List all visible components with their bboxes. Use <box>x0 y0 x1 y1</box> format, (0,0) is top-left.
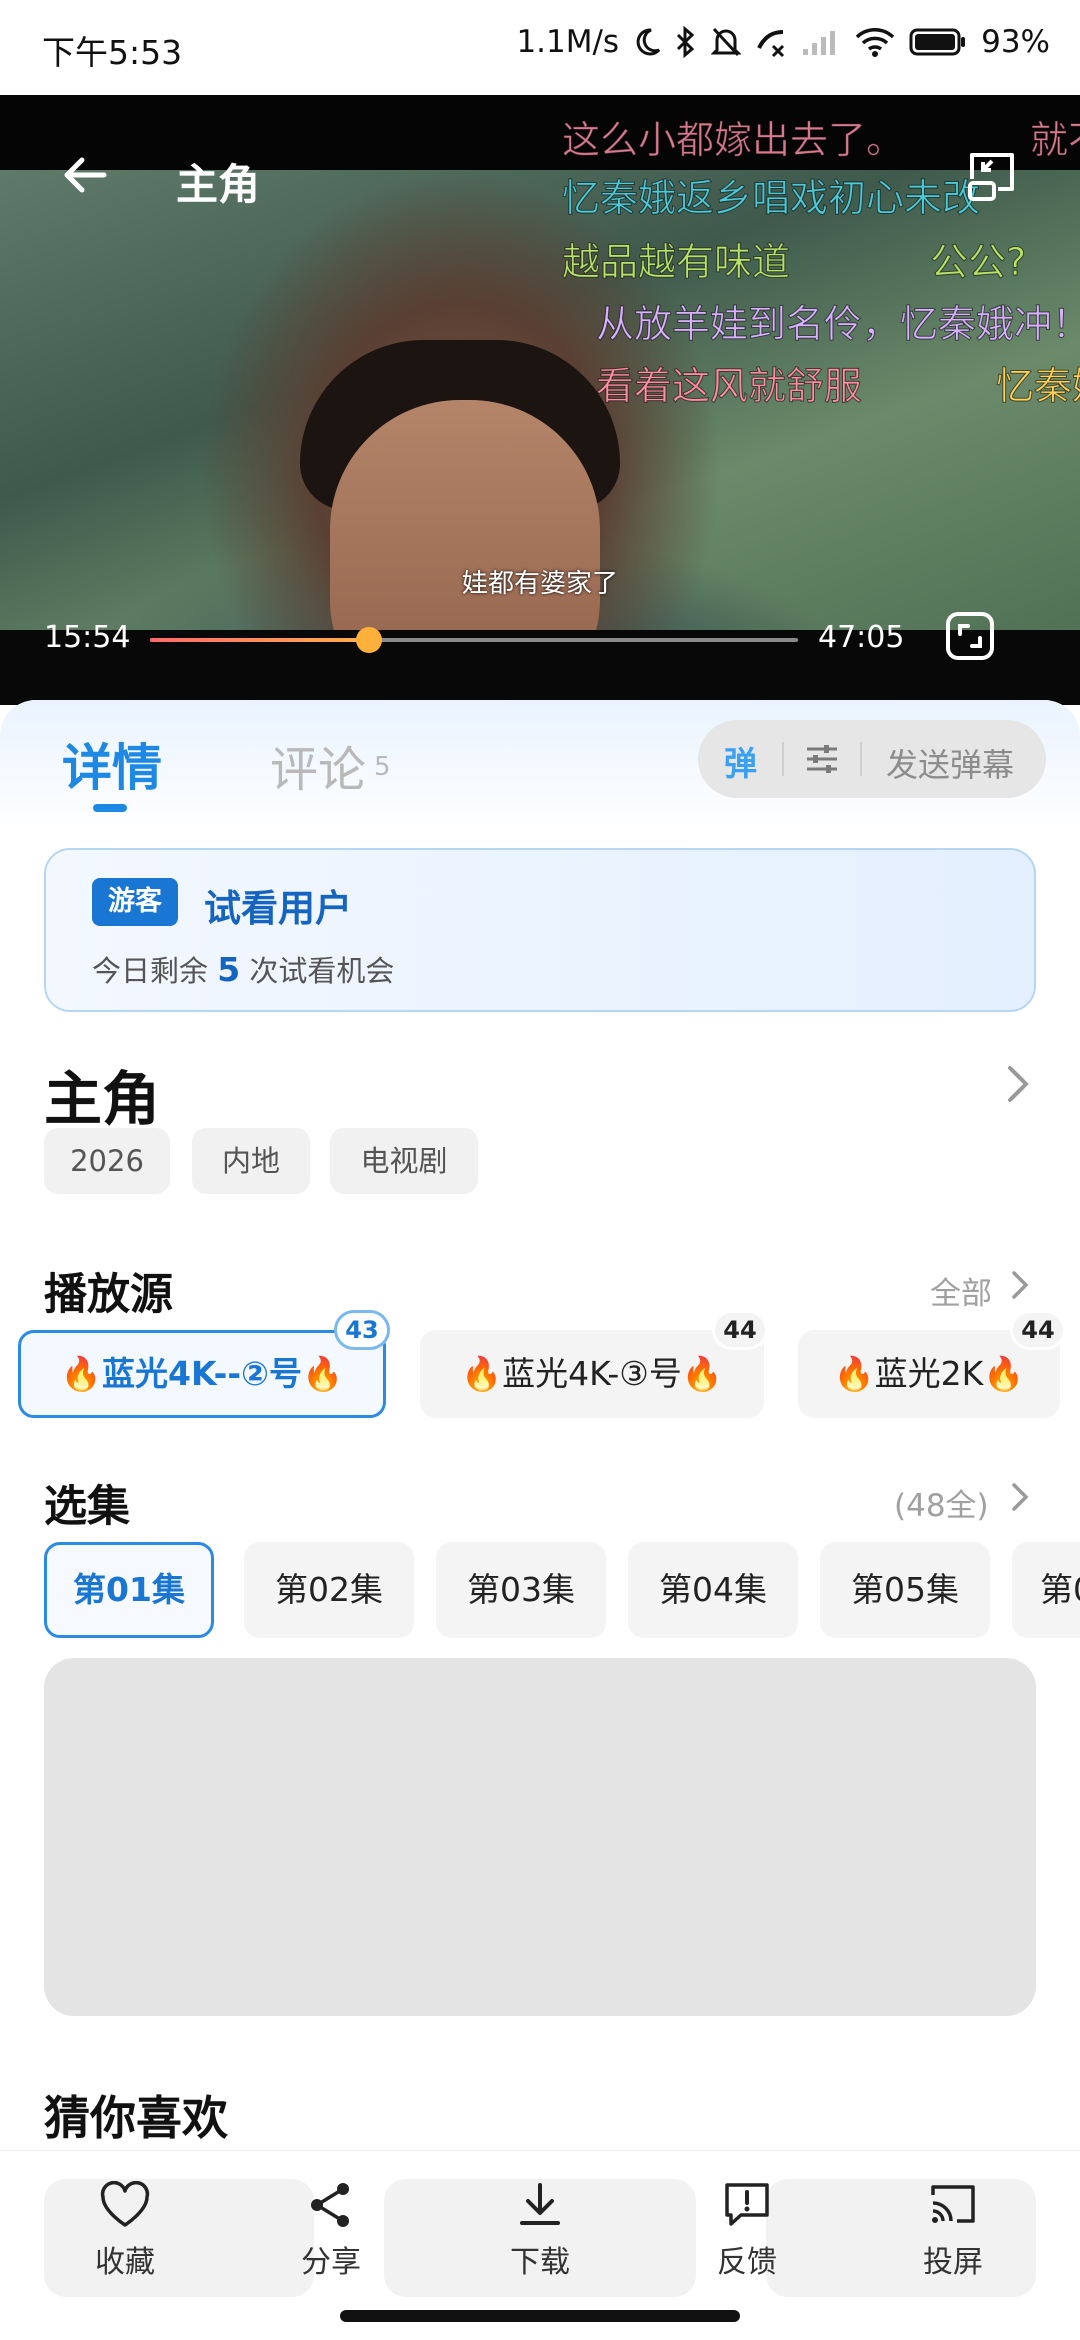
video-frame <box>0 170 1080 705</box>
back-arrow-icon[interactable] <box>56 145 116 205</box>
battery-icon <box>909 28 966 56</box>
danmaku-item: 就不 <box>1029 118 1080 163</box>
feedback-icon <box>725 2183 769 2226</box>
heart-icon <box>100 2181 150 2227</box>
guest-badge: 游客 <box>92 878 178 926</box>
episode-item[interactable]: 第04集 <box>628 1542 798 1638</box>
chevron-right-icon[interactable] <box>1000 1058 1036 1110</box>
battery-level: 93% <box>981 24 1050 60</box>
sources-more[interactable]: 全部 <box>930 1268 992 1313</box>
episode-item-active[interactable]: 第01集 <box>44 1542 214 1638</box>
download-button[interactable]: 下载 <box>465 2181 615 2301</box>
source-option[interactable]: 🔥蓝光4K-③号🔥 <box>420 1330 764 1418</box>
status-bar: 下午5:53 1.1M/s 93% <box>0 0 1080 95</box>
bluetooth-icon <box>677 26 695 58</box>
content-placeholder <box>44 1658 1036 2016</box>
picture-in-picture-icon[interactable] <box>962 145 1022 205</box>
share-label: 分享 <box>301 2245 361 2280</box>
tab-comments[interactable]: 评论 <box>270 730 366 800</box>
total-time: 47:05 <box>818 620 905 655</box>
danmaku-item: 公公? <box>929 240 1027 285</box>
download-label: 下载 <box>510 2245 570 2280</box>
guest-name: 试看用户 <box>204 887 352 930</box>
favorite-button[interactable]: 收藏 <box>50 2181 200 2301</box>
source-count-badge: 44 <box>712 1310 768 1350</box>
danmaku-item: 这么小都嫁出去了。 <box>561 118 905 163</box>
trial-remaining: 今日剩余 5 次试看机会 <box>92 948 394 990</box>
phone-off-icon <box>757 30 785 58</box>
bell-off-icon <box>711 27 742 57</box>
danmaku-item: 从放羊娃到名伶，忆秦娥冲！ <box>595 302 1080 347</box>
download-icon <box>520 2183 560 2225</box>
status-time: 下午5:53 <box>42 33 183 72</box>
danmaku-toggle[interactable]: 弹 <box>724 737 757 785</box>
home-indicator <box>340 2310 740 2322</box>
tag-year: 2026 <box>44 1128 170 1194</box>
chevron-right-icon[interactable] <box>1008 1265 1034 1305</box>
progress-bar[interactable] <box>150 627 798 653</box>
episodes-more[interactable]: (48全) <box>894 1480 989 1525</box>
source-option-active[interactable]: 🔥蓝光4K--②号🔥 <box>18 1330 386 1418</box>
feedback-label: 反馈 <box>717 2245 777 2280</box>
share-button[interactable]: 分享 <box>256 2181 406 2301</box>
trial-remaining-prefix: 今日剩余 <box>92 954 209 988</box>
share-icon <box>311 2183 349 2227</box>
divider <box>782 742 784 776</box>
danmaku-item: 看着这风就舒服 <box>595 364 863 409</box>
moon-icon <box>636 28 661 56</box>
cast-button[interactable]: 投屏 <box>878 2181 1028 2301</box>
send-danmaku-button[interactable]: 发送弹幕 <box>886 740 1014 786</box>
favorite-label: 收藏 <box>95 2245 155 2280</box>
video-title: 主角 <box>176 160 261 209</box>
comments-count: 5 <box>374 752 391 782</box>
current-time: 15:54 <box>44 620 131 655</box>
fullscreen-icon[interactable] <box>944 610 996 662</box>
cast-label: 投屏 <box>923 2245 983 2280</box>
cell-signal-icon <box>803 31 836 55</box>
episode-item[interactable]: 第03集 <box>436 1542 606 1638</box>
episode-item[interactable]: 第02集 <box>244 1542 414 1638</box>
episodes-title: 选集 <box>44 1482 130 1532</box>
guest-card[interactable]: 游客 试看用户 今日剩余 5 次试看机会 <box>44 848 1036 1012</box>
tab-indicator <box>93 804 127 812</box>
episode-item[interactable]: 第05集 <box>820 1542 990 1638</box>
divider <box>860 742 862 776</box>
tag-region: 内地 <box>192 1128 310 1194</box>
net-speed: 1.1M/s <box>516 24 620 60</box>
danmaku-item: 忆秦娥 <box>995 364 1080 409</box>
chevron-right-icon[interactable] <box>1008 1477 1034 1517</box>
progress-thumb[interactable] <box>356 627 383 653</box>
danmaku-item: 忆秦娥返乡唱戏初心未改 <box>561 176 981 221</box>
episode-item[interactable]: 第06集 <box>1012 1542 1080 1638</box>
video-letterbox-top <box>0 95 1080 170</box>
wifi-icon <box>855 28 895 57</box>
progress-fill <box>150 638 370 642</box>
details-sheet: 详情 评论 5 弹 发送弹幕 游客 试看用户 今日剩余 5 次试看机会 主角 2… <box>0 700 1080 2340</box>
video-subtitle: 娃都有婆家了 <box>461 569 618 599</box>
video-player[interactable]: 这么小都嫁出去了。 就不 忆秦娥返乡唱戏初心未改 越品越有味道 公公? 从放羊娃… <box>0 95 1080 705</box>
tag-genre: 电视剧 <box>330 1128 478 1194</box>
source-count-badge: 44 <box>1010 1310 1066 1350</box>
cast-icon <box>931 2185 975 2223</box>
status-icons: 1.1M/s 93% <box>516 24 1050 60</box>
sources-title: 播放源 <box>44 1270 173 1320</box>
source-count-badge: 43 <box>334 1310 390 1350</box>
trial-remaining-count: 5 <box>217 950 241 989</box>
show-title[interactable]: 主角 <box>44 1052 160 1136</box>
tab-details[interactable]: 详情 <box>62 728 162 800</box>
trial-remaining-suffix: 次试看机会 <box>249 954 395 988</box>
danmaku-item: 越品越有味道 <box>561 240 791 285</box>
danmaku-settings-icon[interactable] <box>804 742 840 776</box>
feedback-button[interactable]: 反馈 <box>672 2181 822 2301</box>
recommendations-title: 猜你喜欢 <box>44 2091 228 2145</box>
danmaku-bar: 弹 发送弹幕 <box>698 720 1046 798</box>
